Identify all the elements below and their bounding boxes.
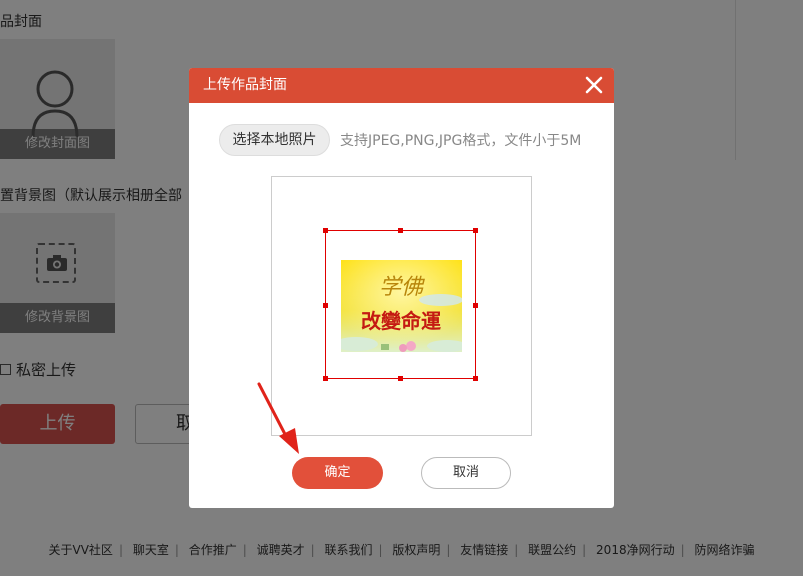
pointer-arrow-icon [257,382,299,454]
choose-local-photo-button[interactable]: 选择本地照片 [219,124,330,156]
crop-handle[interactable] [323,376,328,381]
format-hint: 支持JPEG,PNG,JPG格式，文件小于5M [340,133,582,149]
crop-handle[interactable] [473,228,478,233]
crop-handle[interactable] [323,303,328,308]
crop-handle[interactable] [473,303,478,308]
upload-cover-dialog: 上传作品封面 选择本地照片 支持JPEG,PNG,JPG格式，文件小于5M 学佛… [189,68,614,508]
crop-handle[interactable] [398,376,403,381]
confirm-button[interactable]: 确定 [292,457,383,489]
cancel-button[interactable]: 取消 [421,457,511,489]
crop-handle[interactable] [323,228,328,233]
dialog-header: 上传作品封面 [189,68,614,103]
crop-handle[interactable] [398,228,403,233]
crop-handle[interactable] [473,376,478,381]
dialog-title: 上传作品封面 [203,77,287,93]
close-icon[interactable] [584,75,604,95]
crop-selection[interactable] [323,228,478,381]
